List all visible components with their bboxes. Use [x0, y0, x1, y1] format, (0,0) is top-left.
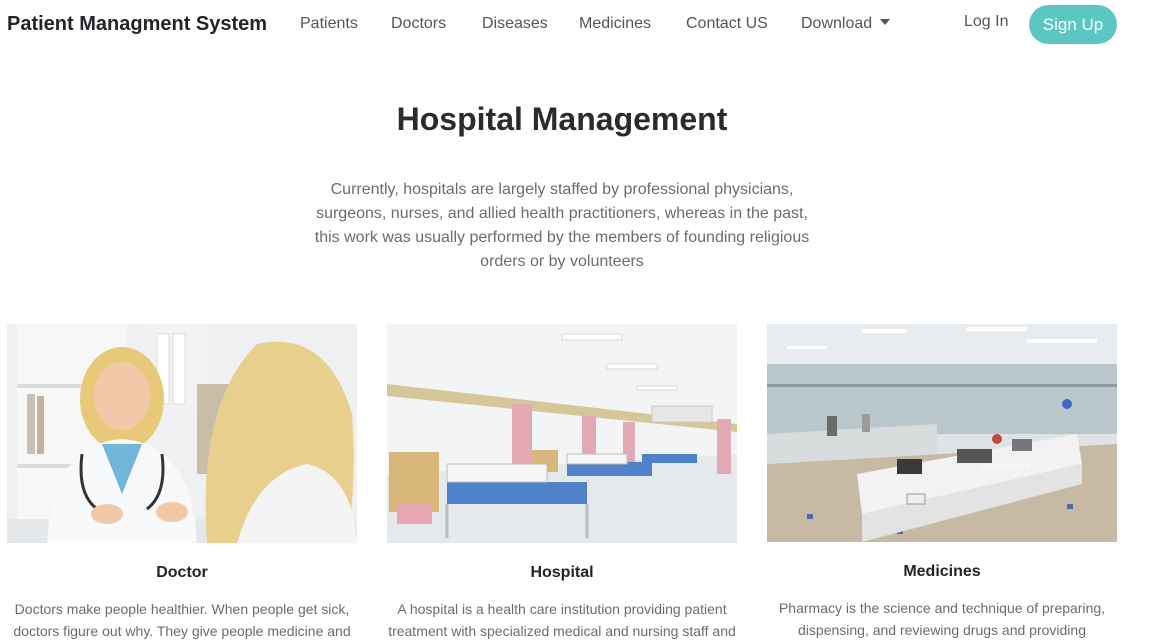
- card-title-doctor: Doctor: [156, 564, 208, 581]
- doctor-image: [7, 324, 357, 543]
- signup-button[interactable]: Sign Up: [1029, 5, 1117, 44]
- card-title-medicines: Medicines: [903, 563, 981, 580]
- page-title: Hospital Management: [396, 101, 728, 137]
- card-text-hospital: A hospital is a health care institution …: [388, 601, 736, 639]
- navbar: Patient Managment System Patients Doctor…: [0, 0, 1157, 50]
- caret-down-icon: [880, 19, 891, 25]
- nav-link-medicines[interactable]: Medicines: [579, 15, 651, 33]
- hospital-image: [387, 324, 737, 543]
- card-title-hospital: Hospital: [530, 564, 594, 581]
- nav-dropdown-download-label: Download: [801, 15, 873, 32]
- nav-link-contact-us[interactable]: Contact US: [686, 15, 768, 33]
- gettyimages-watermark: gettyimages: [981, 461, 1030, 471]
- card-text-medicines: Pharmacy is the science and technique of…: [778, 600, 1106, 638]
- brand-logo[interactable]: Patient Managment System: [7, 13, 267, 36]
- login-link[interactable]: Log In: [964, 13, 1008, 31]
- card-text-doctor: Doctors make people healthier. When peop…: [13, 601, 351, 639]
- hero-description: Currently, hospitals are largely staffed…: [314, 181, 810, 270]
- nav-link-diseases[interactable]: Diseases: [482, 15, 548, 33]
- nav-link-doctors[interactable]: Doctors: [391, 15, 446, 33]
- medicines-image: gettyimages: [767, 324, 1117, 542]
- nav-dropdown-download[interactable]: Download: [801, 15, 891, 33]
- nav-link-patients[interactable]: Patients: [300, 15, 358, 33]
